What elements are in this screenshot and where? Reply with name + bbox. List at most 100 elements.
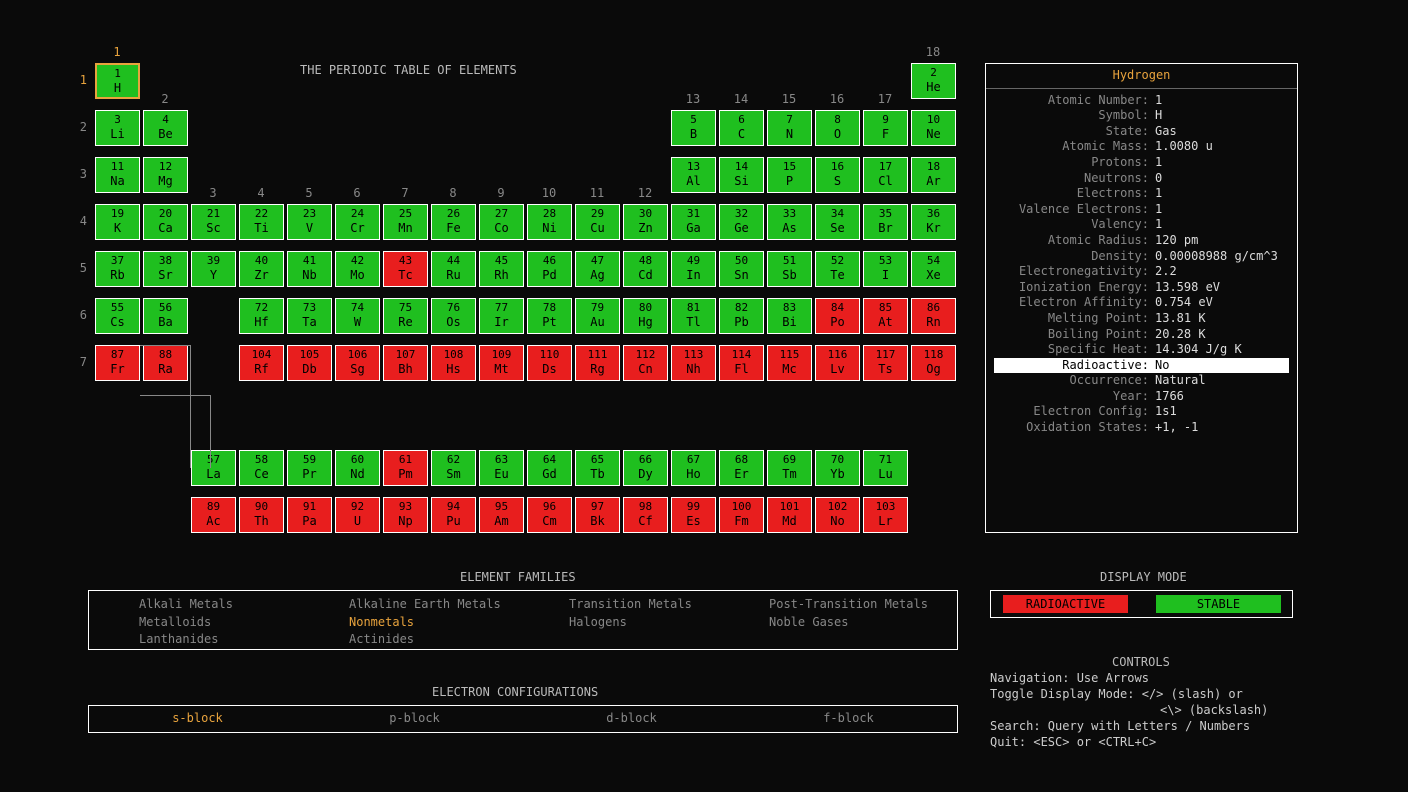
element-Og[interactable]: 118Og [911, 345, 956, 381]
element-Nh[interactable]: 113Nh [671, 345, 716, 381]
element-Rh[interactable]: 45Rh [479, 251, 524, 287]
element-Te[interactable]: 52Te [815, 251, 860, 287]
element-Pb[interactable]: 82Pb [719, 298, 764, 334]
element-Mn[interactable]: 25Mn [383, 204, 428, 240]
element-Br[interactable]: 35Br [863, 204, 908, 240]
element-In[interactable]: 49In [671, 251, 716, 287]
element-Hs[interactable]: 108Hs [431, 345, 476, 381]
element-Pd[interactable]: 46Pd [527, 251, 572, 287]
element-Po[interactable]: 84Po [815, 298, 860, 334]
element-Ac[interactable]: 89Ac [191, 497, 236, 533]
element-Tm[interactable]: 69Tm [767, 450, 812, 486]
element-Tc[interactable]: 43Tc [383, 251, 428, 287]
element-Pu[interactable]: 94Pu [431, 497, 476, 533]
family-noble-gases[interactable]: Noble Gases [769, 615, 989, 631]
element-Sb[interactable]: 51Sb [767, 251, 812, 287]
element-Ce[interactable]: 58Ce [239, 450, 284, 486]
element-Zn[interactable]: 30Zn [623, 204, 668, 240]
element-Np[interactable]: 93Np [383, 497, 428, 533]
element-Ge[interactable]: 32Ge [719, 204, 764, 240]
element-Cf[interactable]: 98Cf [623, 497, 668, 533]
family-actinides[interactable]: Actinides [349, 632, 569, 648]
element-Rb[interactable]: 37Rb [95, 251, 140, 287]
element-Er[interactable]: 68Er [719, 450, 764, 486]
element-Na[interactable]: 11Na [95, 157, 140, 193]
block-p-block[interactable]: p-block [389, 711, 440, 727]
element-Sg[interactable]: 106Sg [335, 345, 380, 381]
element-Lr[interactable]: 103Lr [863, 497, 908, 533]
element-O[interactable]: 8O [815, 110, 860, 146]
mode-stable[interactable]: STABLE [1156, 595, 1281, 613]
element-Eu[interactable]: 63Eu [479, 450, 524, 486]
element-He[interactable]: 2He [911, 63, 956, 99]
element-Cm[interactable]: 96Cm [527, 497, 572, 533]
element-Lv[interactable]: 116Lv [815, 345, 860, 381]
family-nonmetals[interactable]: Nonmetals [349, 615, 569, 631]
element-Kr[interactable]: 36Kr [911, 204, 956, 240]
family-alkaline-earth-metals[interactable]: Alkaline Earth Metals [349, 597, 569, 613]
element-C[interactable]: 6C [719, 110, 764, 146]
element-Hg[interactable]: 80Hg [623, 298, 668, 334]
family-post-transition-metals[interactable]: Post-Transition Metals [769, 597, 989, 613]
element-U[interactable]: 92U [335, 497, 380, 533]
element-N[interactable]: 7N [767, 110, 812, 146]
element-Cu[interactable]: 29Cu [575, 204, 620, 240]
element-Rg[interactable]: 111Rg [575, 345, 620, 381]
element-W[interactable]: 74W [335, 298, 380, 334]
element-Ru[interactable]: 44Ru [431, 251, 476, 287]
mode-radioactive[interactable]: RADIOACTIVE [1003, 595, 1128, 613]
element-Y[interactable]: 39Y [191, 251, 236, 287]
element-No[interactable]: 102No [815, 497, 860, 533]
element-Sm[interactable]: 62Sm [431, 450, 476, 486]
family-transition-metals[interactable]: Transition Metals [569, 597, 769, 613]
element-Se[interactable]: 34Se [815, 204, 860, 240]
element-Ba[interactable]: 56Ba [143, 298, 188, 334]
element-Am[interactable]: 95Am [479, 497, 524, 533]
element-Pm[interactable]: 61Pm [383, 450, 428, 486]
element-Mo[interactable]: 42Mo [335, 251, 380, 287]
element-V[interactable]: 23V [287, 204, 332, 240]
element-Fe[interactable]: 26Fe [431, 204, 476, 240]
element-K[interactable]: 19K [95, 204, 140, 240]
block-f-block[interactable]: f-block [823, 711, 874, 727]
block-s-block[interactable]: s-block [172, 711, 223, 727]
element-Ca[interactable]: 20Ca [143, 204, 188, 240]
element-Db[interactable]: 105Db [287, 345, 332, 381]
element-Nb[interactable]: 41Nb [287, 251, 332, 287]
element-P[interactable]: 15P [767, 157, 812, 193]
element-Cs[interactable]: 55Cs [95, 298, 140, 334]
element-Cn[interactable]: 112Cn [623, 345, 668, 381]
element-Nd[interactable]: 60Nd [335, 450, 380, 486]
family-alkali-metals[interactable]: Alkali Metals [139, 597, 349, 613]
element-Cd[interactable]: 48Cd [623, 251, 668, 287]
element-Md[interactable]: 101Md [767, 497, 812, 533]
element-Ra[interactable]: 88Ra [143, 345, 188, 381]
element-Bh[interactable]: 107Bh [383, 345, 428, 381]
element-Au[interactable]: 79Au [575, 298, 620, 334]
element-Ne[interactable]: 10Ne [911, 110, 956, 146]
element-Ag[interactable]: 47Ag [575, 251, 620, 287]
element-Fl[interactable]: 114Fl [719, 345, 764, 381]
element-Ga[interactable]: 31Ga [671, 204, 716, 240]
element-Th[interactable]: 90Th [239, 497, 284, 533]
element-Bk[interactable]: 97Bk [575, 497, 620, 533]
element-S[interactable]: 16S [815, 157, 860, 193]
element-Mt[interactable]: 109Mt [479, 345, 524, 381]
element-Tl[interactable]: 81Tl [671, 298, 716, 334]
element-Zr[interactable]: 40Zr [239, 251, 284, 287]
element-Ti[interactable]: 22Ti [239, 204, 284, 240]
element-Pa[interactable]: 91Pa [287, 497, 332, 533]
element-Tb[interactable]: 65Tb [575, 450, 620, 486]
element-Ta[interactable]: 73Ta [287, 298, 332, 334]
element-B[interactable]: 5B [671, 110, 716, 146]
element-Si[interactable]: 14Si [719, 157, 764, 193]
element-Ds[interactable]: 110Ds [527, 345, 572, 381]
element-H[interactable]: 1H [95, 63, 140, 99]
element-I[interactable]: 53I [863, 251, 908, 287]
element-La[interactable]: 57La [191, 450, 236, 486]
element-Li[interactable]: 3Li [95, 110, 140, 146]
element-Sc[interactable]: 21Sc [191, 204, 236, 240]
element-Cr[interactable]: 24Cr [335, 204, 380, 240]
element-Pt[interactable]: 78Pt [527, 298, 572, 334]
element-Be[interactable]: 4Be [143, 110, 188, 146]
